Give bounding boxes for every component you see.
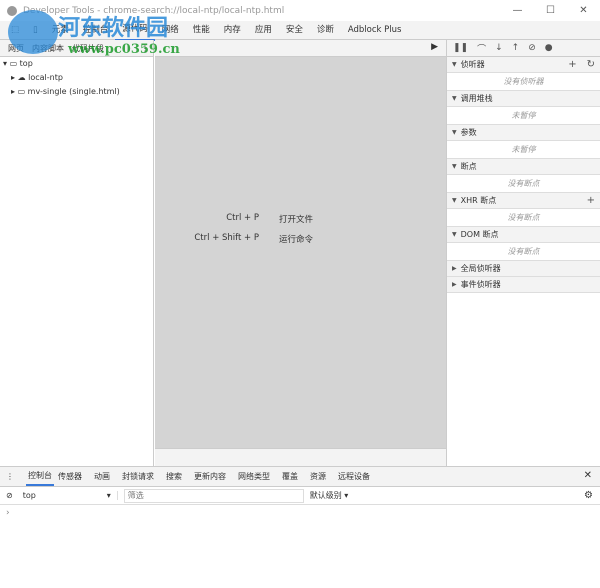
- tab-performance[interactable]: 性能: [186, 21, 217, 40]
- more-icon[interactable]: ⋮: [137, 44, 153, 53]
- editor-panel: ▶ Ctrl + P 打开文件 Ctrl + Shift + P 运行命令: [155, 40, 446, 466]
- console-drawer: ⋮ 控制台 传感器 动画 封锁请求 搜索 更新内容 网络类型 覆盖 资源 远程设备 ✕ ⊘ top…: [0, 466, 600, 588]
- hint-open-file: Ctrl + P 打开文件: [226, 213, 314, 225]
- section-title: 全局侦听器: [460, 264, 501, 273]
- drawer-tab[interactable]: 动画: [94, 471, 118, 482]
- minimize-button[interactable]: —: [501, 0, 534, 21]
- tab-security[interactable]: 安全: [279, 21, 310, 40]
- debugger-panel: ❚❚ ⌒ ↓ ↑ ⊘ ● ▼ 侦听器 + ↻ 没有侦听器 ▼ 调用堆栈 未暂停 ▼ 参数 未暂停 ▼ 断…: [446, 40, 600, 466]
- drawer-tab[interactable]: 覆盖: [282, 471, 306, 482]
- triangle-down-icon: ▼: [452, 163, 457, 170]
- section-header[interactable]: ▼ 断点: [447, 159, 600, 175]
- console-settings-icon[interactable]: ⚙: [584, 490, 593, 501]
- frame-icon: ▭: [9, 59, 18, 68]
- section-empty-text: 没有侦听器: [447, 73, 600, 91]
- tree-item-top[interactable]: ▾ ▭ top: [0, 57, 153, 71]
- toggle-debugger-icon[interactable]: ▶: [431, 42, 438, 52]
- drawer-tab[interactable]: 远程设备: [338, 471, 378, 482]
- triangle-down-icon: ▼: [452, 129, 457, 136]
- section-title: 侦听器: [460, 60, 485, 69]
- triangle-down-icon: ▼: [452, 61, 457, 68]
- log-level-select[interactable]: 默认级别 ▾: [310, 490, 349, 501]
- tree-item-mv-single[interactable]: ▸ ▭ mv-single (single.html): [0, 85, 153, 99]
- cloud-icon: ☁: [17, 73, 26, 82]
- triangle-down-icon: ▼: [452, 197, 457, 204]
- section-header[interactable]: ▼ 参数: [447, 125, 600, 141]
- drawer-tab[interactable]: 网络类型: [238, 471, 278, 482]
- tab-sources[interactable]: 源代码: [115, 20, 155, 41]
- section-header[interactable]: ▼ XHR 断点 +: [447, 193, 600, 209]
- maximize-button[interactable]: ☐: [534, 0, 567, 21]
- device-icon[interactable]: ▯: [26, 21, 45, 40]
- section-empty-text: 没有断点: [447, 243, 600, 261]
- triangle-right-icon: ▶: [452, 265, 457, 272]
- section-empty-text: 未暂停: [447, 141, 600, 159]
- hint-run-command: Ctrl + Shift + P 运行命令: [194, 233, 314, 245]
- chrome-logo-icon: [7, 5, 17, 16]
- main-tabs: ⬚ ▯ 元素 控制台 源代码 网络 性能 内存 应用 安全 诊断 Adblock…: [0, 20, 600, 41]
- drawer-tab[interactable]: 传感器: [58, 471, 90, 482]
- section-empty-text: 没有断点: [447, 175, 600, 193]
- refresh-icon[interactable]: ↻: [587, 59, 595, 70]
- section-header[interactable]: ▼ DOM 断点: [447, 227, 600, 243]
- tab-console[interactable]: 控制台: [76, 21, 116, 40]
- section-title: 参数: [460, 128, 477, 137]
- section-title: XHR 断点: [460, 196, 497, 205]
- step-into-icon[interactable]: ↓: [495, 43, 503, 53]
- section-header[interactable]: ▼ 侦听器 + ↻: [447, 57, 600, 73]
- section-header[interactable]: ▼ 调用堆栈: [447, 91, 600, 107]
- tab-memory[interactable]: 内存: [217, 21, 248, 40]
- context-select[interactable]: top ▾: [23, 491, 118, 500]
- pause-icon[interactable]: ❚❚: [453, 43, 468, 53]
- console-prompt[interactable]: ›: [0, 505, 600, 521]
- drawer-tab[interactable]: 控制台: [26, 467, 54, 486]
- section-empty-text: 未暂停: [447, 107, 600, 125]
- add-icon[interactable]: +: [587, 195, 595, 206]
- section-title: 调用堆栈: [460, 94, 493, 103]
- tab-elements[interactable]: 元素: [45, 21, 76, 40]
- tree-item-local-ntp[interactable]: ▸ ☁ local-ntp: [0, 71, 153, 85]
- triangle-right-icon: ▶: [452, 281, 457, 288]
- close-window-button[interactable]: ✕: [567, 0, 600, 21]
- drawer-tab[interactable]: 更新内容: [194, 471, 234, 482]
- section-title: DOM 断点: [460, 230, 499, 239]
- pause-on-exceptions-icon[interactable]: ●: [545, 43, 553, 53]
- triangle-down-icon: ▼: [452, 231, 457, 238]
- title-bar: Developer Tools - chrome-search://local-…: [0, 0, 600, 21]
- step-out-icon[interactable]: ↑: [512, 43, 520, 53]
- section-empty-text: 没有断点: [447, 209, 600, 227]
- nav-tab-content-scripts[interactable]: 内容脚本: [28, 43, 68, 54]
- tab-network[interactable]: 网络: [155, 21, 186, 40]
- deactivate-breakpoints-icon[interactable]: ⊘: [528, 43, 536, 53]
- frame-icon: ▭: [17, 87, 26, 96]
- nav-tab-snippets[interactable]: 代码片段: [68, 43, 108, 54]
- tab-adblock[interactable]: Adblock Plus: [341, 21, 409, 40]
- close-drawer-button[interactable]: ✕: [584, 470, 592, 481]
- drawer-tab[interactable]: 资源: [310, 471, 334, 482]
- tab-application[interactable]: 应用: [248, 21, 279, 40]
- drawer-menu-icon[interactable]: ⋮: [6, 472, 22, 481]
- section-title: 事件侦听器: [460, 280, 501, 289]
- section-header[interactable]: ▶ 全局侦听器: [447, 261, 600, 277]
- drawer-tab[interactable]: 搜索: [166, 471, 190, 482]
- clear-console-icon[interactable]: ⊘: [6, 491, 13, 500]
- section-title: 断点: [460, 162, 477, 171]
- drawer-tab[interactable]: 封锁请求: [122, 471, 162, 482]
- window-title: Developer Tools - chrome-search://local-…: [23, 5, 285, 16]
- console-filter-input[interactable]: [123, 488, 304, 503]
- add-icon[interactable]: +: [568, 59, 576, 70]
- inspect-icon[interactable]: ⬚: [4, 21, 26, 40]
- tab-audits[interactable]: 诊断: [310, 21, 341, 40]
- section-header[interactable]: ▶ 事件侦听器: [447, 277, 600, 293]
- triangle-down-icon: ▼: [452, 95, 457, 102]
- step-over-icon[interactable]: ⌒: [477, 42, 486, 55]
- navigator-panel: 网页 内容脚本 代码片段 ⋮ ▾ ▭ top ▸ ☁ local-ntp ▸ ▭…: [0, 40, 154, 466]
- nav-tab-page[interactable]: 网页: [4, 43, 28, 54]
